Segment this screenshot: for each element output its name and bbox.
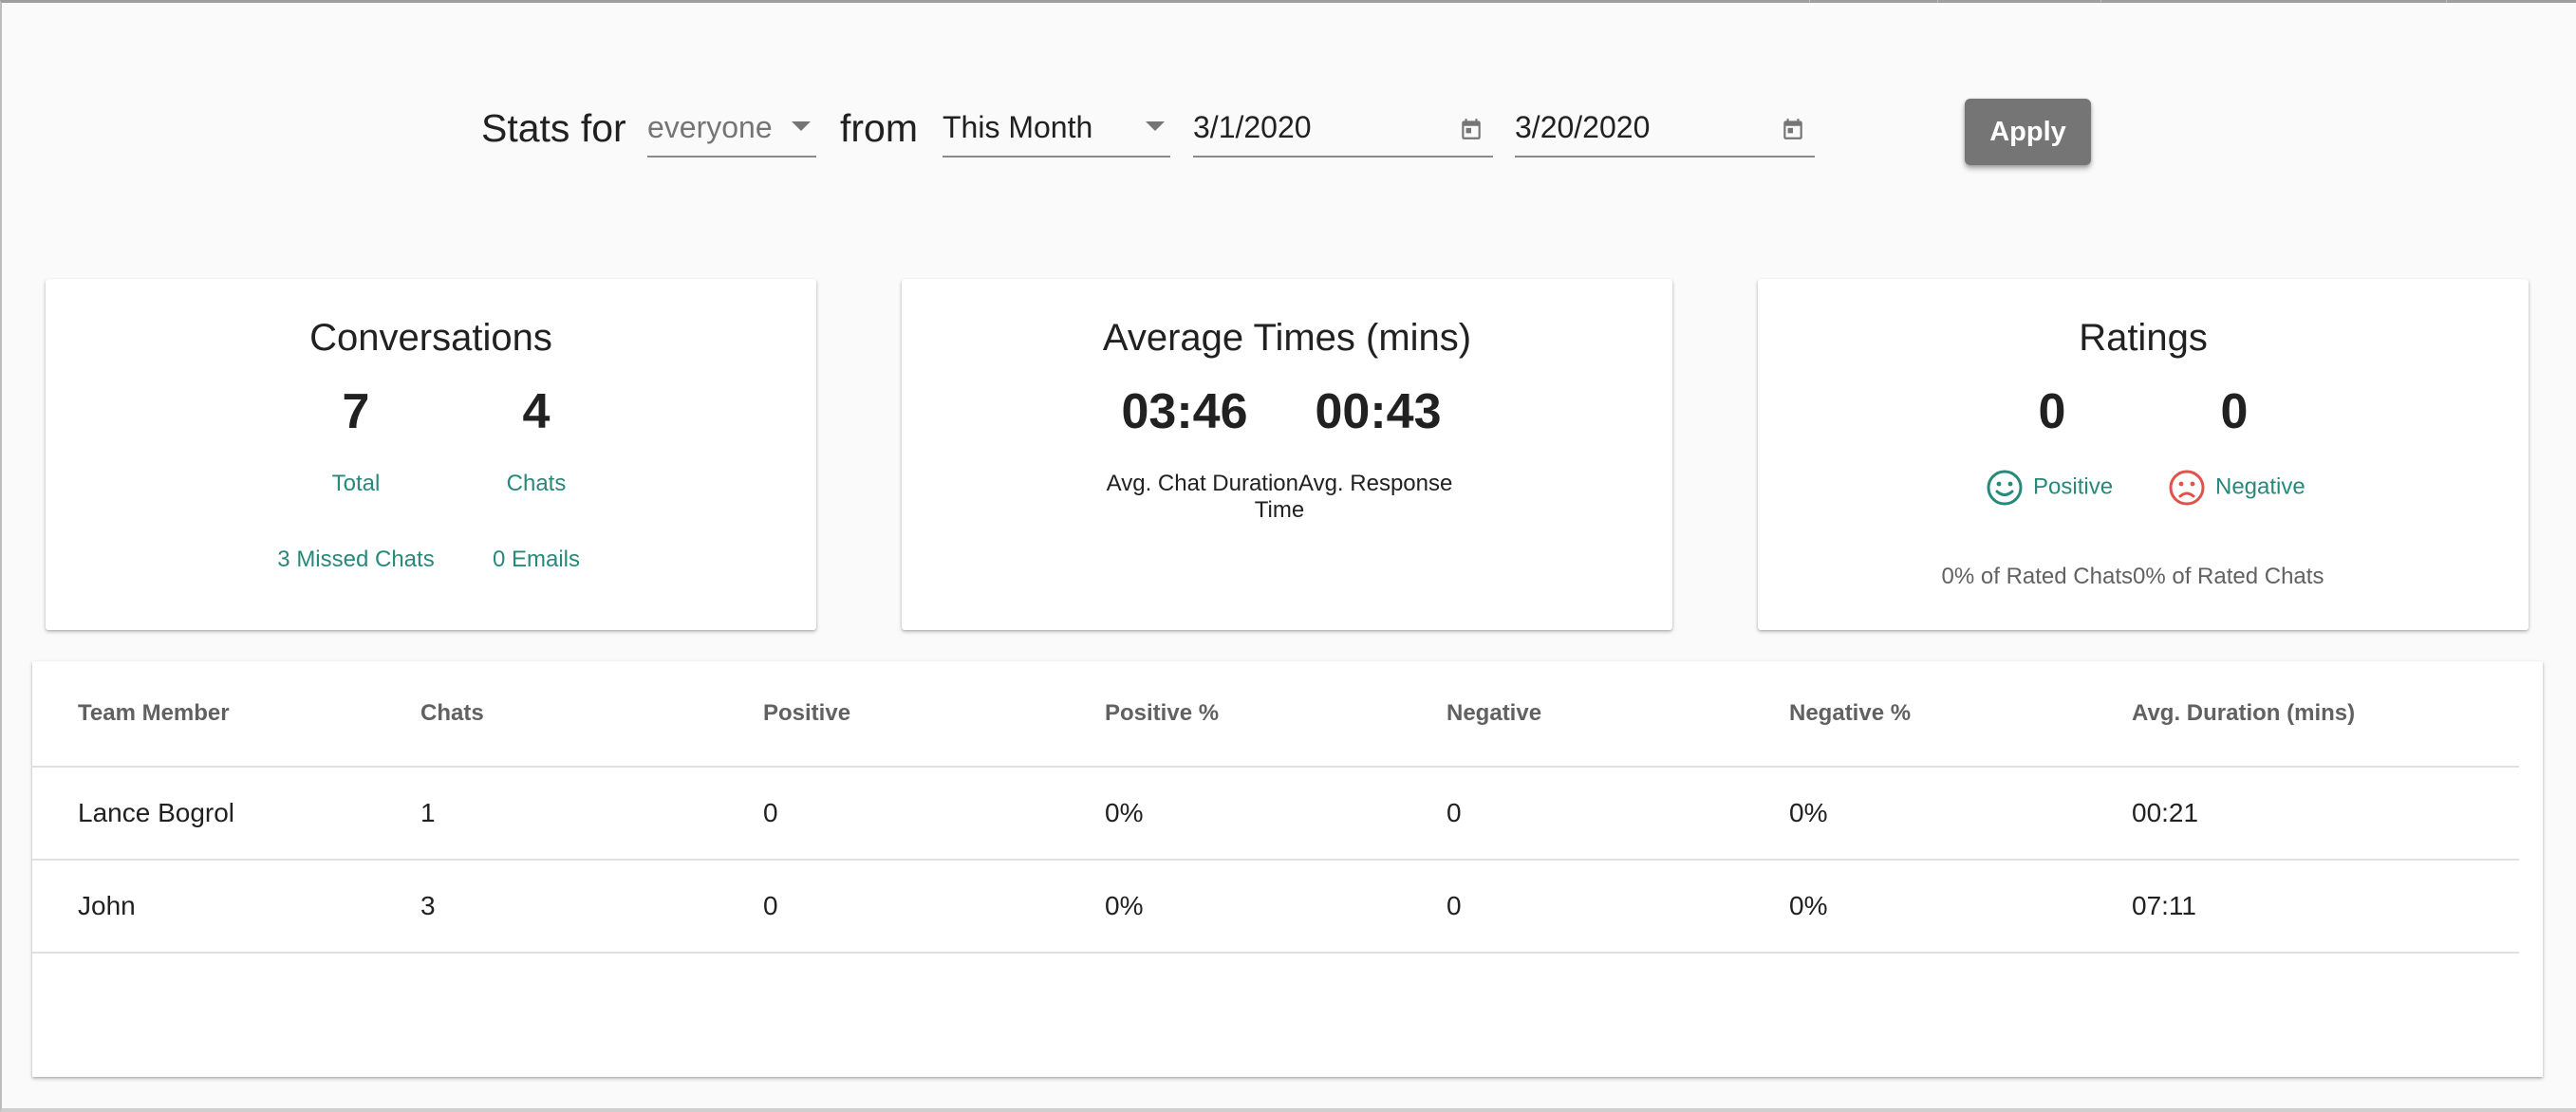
- column-header[interactable]: Avg. Duration (mins): [2132, 661, 2355, 766]
- frowning-face-icon: [2169, 470, 2205, 506]
- calendar-icon[interactable]: [1781, 116, 1805, 142]
- positive-cell: 0: [763, 891, 778, 920]
- team-member-select-value: everyone: [647, 110, 773, 144]
- chats-link[interactable]: Chats: [441, 471, 631, 497]
- chats-value: 4: [522, 384, 551, 439]
- positive-percent-cell: 0%: [1105, 798, 1144, 827]
- table-row[interactable]: John 3 0 0% 0 0% 07:11: [32, 861, 2519, 954]
- ratings-card: Ratings 0 0 Positive Negative 0% of Rate…: [1758, 279, 2529, 630]
- total-metric: 7: [261, 383, 451, 440]
- total-link[interactable]: Total: [261, 471, 451, 497]
- total-value: 7: [342, 384, 370, 439]
- negative-percent-cell: 0%: [1789, 891, 1828, 920]
- negative-rating-link[interactable]: Negative: [2168, 469, 2329, 507]
- column-header[interactable]: Negative %: [1789, 661, 1911, 766]
- negative-cell: 0: [1447, 798, 1462, 827]
- response-time-metric: 00:43: [1283, 383, 1473, 440]
- avg-duration-cell: 00:21: [2132, 798, 2199, 827]
- positive-value: 0: [2038, 384, 2066, 439]
- column-header[interactable]: Negative: [1447, 661, 1541, 766]
- negative-percent-cell: 0%: [1789, 798, 1828, 827]
- column-header[interactable]: Team Member: [78, 661, 230, 766]
- column-header[interactable]: Chats: [420, 661, 484, 766]
- conversations-card: Conversations 7 4 Total Chats 3 Missed C…: [46, 279, 816, 630]
- negative-rated-chats: 0% of Rated Chats: [2133, 564, 2324, 589]
- response-time-value: 00:43: [1315, 384, 1442, 439]
- team-stats-table: Team Member Chats Positive Positive % Ne…: [32, 661, 2543, 1077]
- chat-duration-label: Avg. Chat Duration: [1106, 471, 1298, 496]
- table-header-row: Team Member Chats Positive Positive % Ne…: [32, 661, 2519, 768]
- chat-duration-metric: 03:46: [1090, 383, 1279, 440]
- start-date-field[interactable]: 3/1/2020: [1193, 99, 1493, 158]
- chat-duration-value: 03:46: [1121, 384, 1248, 439]
- calendar-icon[interactable]: [1459, 116, 1484, 142]
- positive-percent-cell: 0%: [1105, 891, 1144, 920]
- positive-cell: 0: [763, 798, 778, 827]
- team-member-select[interactable]: everyone: [647, 99, 816, 158]
- period-select-value: This Month: [943, 110, 1093, 144]
- missed-chats-link[interactable]: 3 Missed Chats: [261, 547, 451, 573]
- team-member-cell: John: [78, 891, 136, 920]
- end-date-field[interactable]: 3/20/2020: [1515, 99, 1815, 158]
- column-header[interactable]: Positive: [763, 661, 850, 766]
- dropdown-arrow-icon: [1146, 121, 1165, 131]
- chats-cell: 3: [420, 891, 436, 920]
- negative-value: 0: [2220, 384, 2249, 439]
- negative-metric: 0: [2139, 383, 2329, 440]
- team-member-cell: Lance Bogrol: [78, 798, 235, 827]
- positive-label: Positive: [2033, 473, 2114, 500]
- positive-metric: 0: [1957, 383, 2147, 440]
- period-select[interactable]: This Month: [943, 99, 1170, 158]
- emails-link[interactable]: 0 Emails: [441, 547, 631, 573]
- card-title: Ratings: [2079, 317, 2208, 359]
- card-title: Average Times (mins): [1102, 317, 1472, 359]
- smiley-face-icon: [1987, 470, 2023, 506]
- table-row[interactable]: Lance Bogrol 1 0 0% 0 0% 00:21: [32, 768, 2519, 861]
- dropdown-arrow-icon: [792, 121, 811, 131]
- negative-cell: 0: [1447, 891, 1462, 920]
- from-label: from: [840, 106, 918, 150]
- positive-rated-chats: 0% of Rated Chats: [1941, 564, 2133, 589]
- avg-duration-cell: 07:11: [2132, 891, 2196, 920]
- end-date-value: 3/20/2020: [1515, 110, 1651, 144]
- negative-label: Negative: [2215, 473, 2305, 500]
- apply-button[interactable]: Apply: [1965, 99, 2091, 165]
- chats-metric: 4: [441, 383, 631, 440]
- average-times-card: Average Times (mins) 03:46 00:43 Avg. Ch…: [902, 279, 1672, 630]
- stats-for-label: Stats for: [481, 106, 626, 150]
- avg-times-labels: Avg. Chat DurationAvg. Response Time: [1090, 471, 1469, 524]
- chats-cell: 1: [420, 798, 436, 827]
- start-date-value: 3/1/2020: [1193, 110, 1312, 144]
- rated-chats-summary: 0% of Rated Chats0% of Rated Chats: [1895, 564, 2370, 590]
- stats-filter-bar: Stats for everyone from This Month 3/1/2…: [0, 0, 2576, 190]
- card-title: Conversations: [309, 317, 552, 359]
- column-header[interactable]: Positive %: [1105, 661, 1219, 766]
- positive-rating-link[interactable]: Positive: [1986, 469, 2147, 507]
